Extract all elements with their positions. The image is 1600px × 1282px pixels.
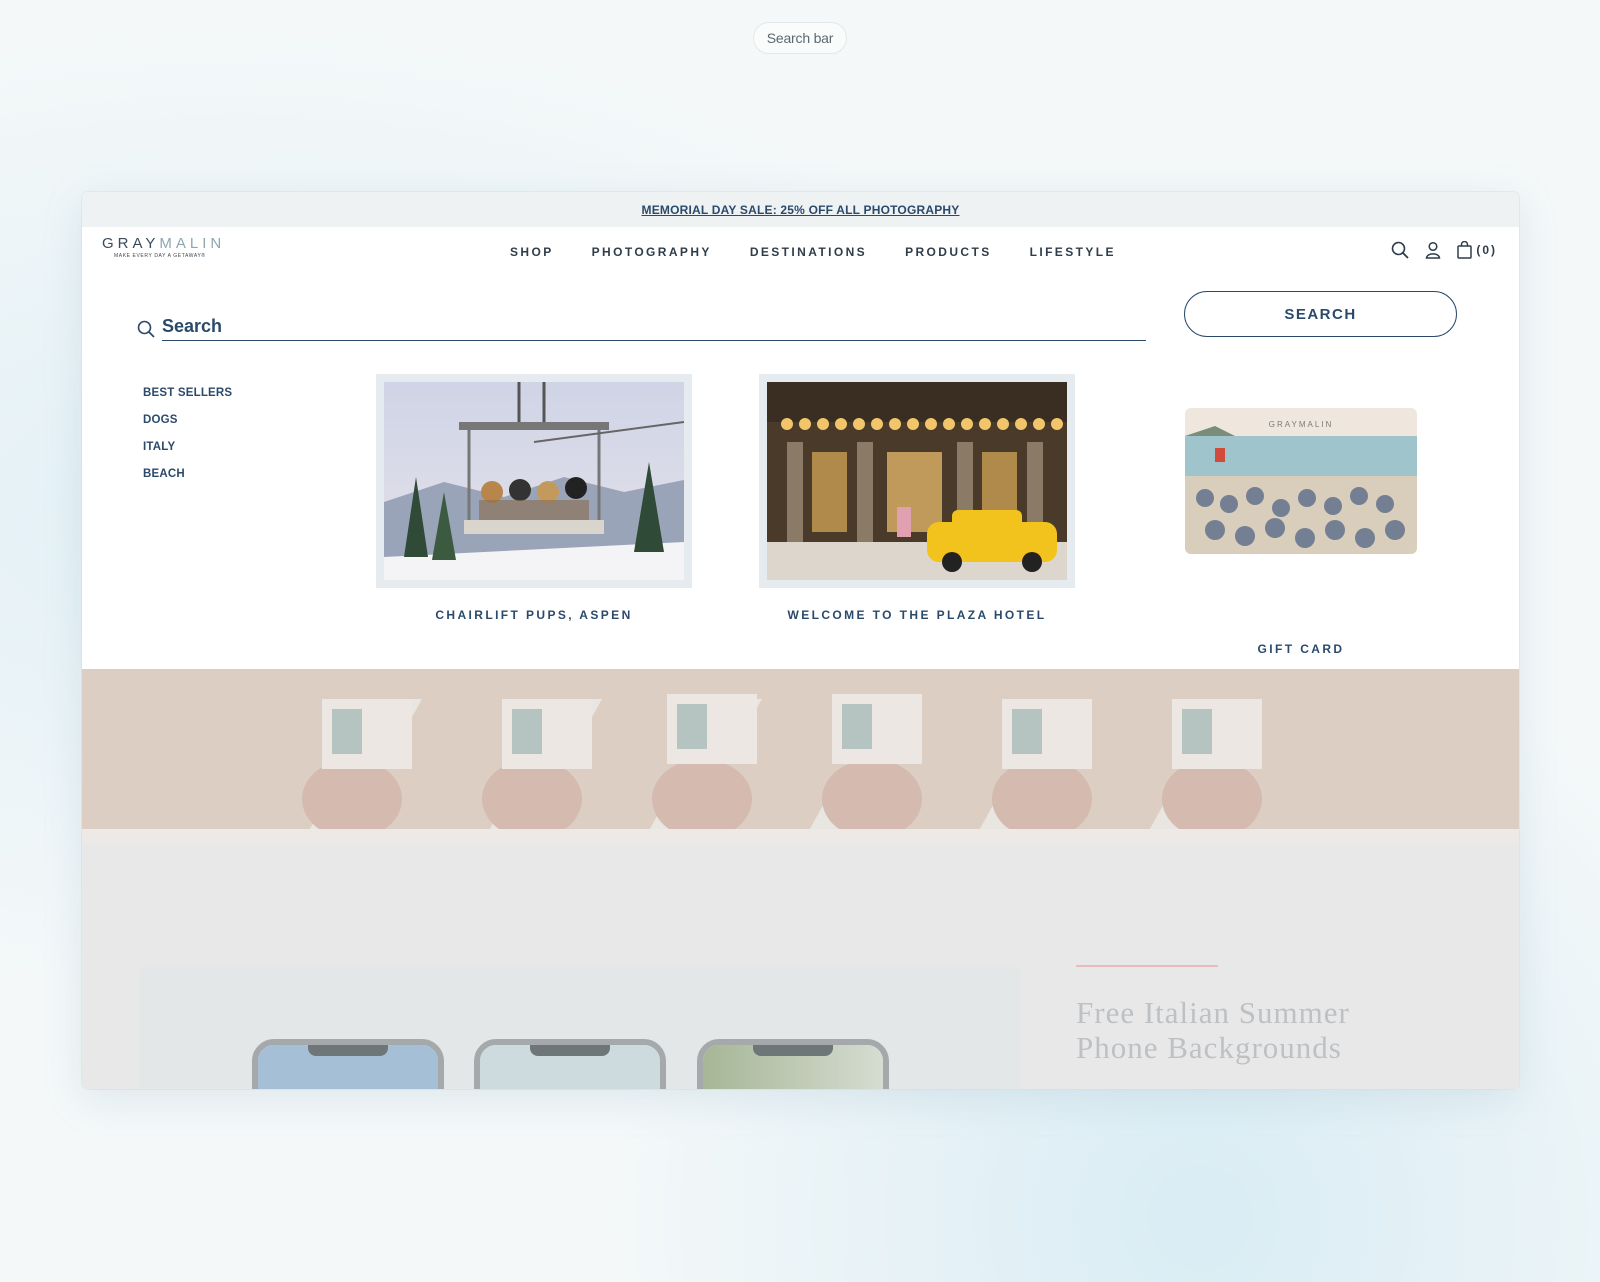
site-header: GRAYMALIN MAKE EVERY DAY A GETAWAY® SHOP… xyxy=(82,227,1519,279)
plaza-hotel-photo xyxy=(767,382,1067,580)
promo-section: Free Italian Summer Phone Backgrounds xyxy=(82,843,1519,1089)
suggestion-italy[interactable]: ITALY xyxy=(143,441,232,453)
header-icons: (0) xyxy=(1391,241,1497,259)
promo-title[interactable]: Free Italian Summer Phone Backgrounds xyxy=(1076,995,1350,1065)
product-card-gift[interactable]: GRAYMALIN GIFT CARD xyxy=(1143,374,1459,656)
nav-lifestyle[interactable]: LIFESTYLE xyxy=(1030,245,1116,259)
product-title[interactable]: CHAIRLIFT PUPS, ASPEN xyxy=(376,608,692,622)
nav-products[interactable]: PRODUCTS xyxy=(905,245,992,259)
search-bar: SEARCH xyxy=(82,279,1519,369)
suggestion-beach[interactable]: BEACH xyxy=(143,468,232,480)
logo-gray: GRAY xyxy=(102,235,160,252)
phone-mockups-panel xyxy=(140,967,1020,1089)
product-card-plaza[interactable]: WELCOME TO THE PLAZA HOTEL xyxy=(759,374,1075,622)
logo-tagline: MAKE EVERY DAY A GETAWAY® xyxy=(114,253,206,259)
cart-button[interactable]: (0) xyxy=(1457,241,1497,259)
product-title[interactable]: WELCOME TO THE PLAZA HOTEL xyxy=(759,608,1075,622)
search-button[interactable]: SEARCH xyxy=(1184,291,1457,337)
gift-card-frame: GRAYMALIN xyxy=(1143,408,1459,622)
suggestion-dogs[interactable]: DOGS xyxy=(143,414,232,426)
hero-banner xyxy=(82,669,1519,843)
promo-title-line1: Free Italian Summer xyxy=(1076,995,1350,1030)
phone-mockup xyxy=(252,1039,444,1089)
product-image-frame xyxy=(376,374,692,588)
gift-card-image: GRAYMALIN xyxy=(1185,408,1417,554)
screen-label-pill: Search bar xyxy=(753,22,847,54)
promo-accent-line xyxy=(1076,965,1218,967)
phone-mockup xyxy=(697,1039,889,1089)
announcement-link[interactable]: MEMORIAL DAY SALE: 25% OFF ALL PHOTOGRAP… xyxy=(642,203,960,217)
browser-window: MEMORIAL DAY SALE: 25% OFF ALL PHOTOGRAP… xyxy=(82,192,1519,1089)
main-nav: SHOP PHOTOGRAPHY DESTINATIONS PRODUCTS L… xyxy=(510,245,1154,259)
account-icon[interactable] xyxy=(1425,241,1441,259)
search-field-icon xyxy=(137,320,155,343)
gift-card-brand: GRAYMALIN xyxy=(1269,420,1334,429)
search-icon[interactable] xyxy=(1391,241,1409,259)
bag-icon xyxy=(1457,241,1473,259)
promo-title-line2: Phone Backgrounds xyxy=(1076,1030,1342,1065)
cart-count: (0) xyxy=(1476,243,1497,257)
product-card-chairlift[interactable]: CHAIRLIFT PUPS, ASPEN xyxy=(376,374,692,622)
search-input[interactable] xyxy=(162,313,1146,341)
suggestion-best-sellers[interactable]: BEST SELLERS xyxy=(143,387,232,399)
product-image-frame xyxy=(759,374,1075,588)
chairlift-photo xyxy=(384,382,685,580)
logo[interactable]: GRAYMALIN MAKE EVERY DAY A GETAWAY® xyxy=(102,235,225,259)
product-title[interactable]: GIFT CARD xyxy=(1143,642,1459,656)
logo-malin: MALIN xyxy=(159,235,226,252)
page-content-behind: Free Italian Summer Phone Backgrounds xyxy=(82,669,1519,1089)
announcement-bar: MEMORIAL DAY SALE: 25% OFF ALL PHOTOGRAP… xyxy=(82,192,1519,227)
nav-destinations[interactable]: DESTINATIONS xyxy=(750,245,867,259)
phone-mockup xyxy=(474,1039,666,1089)
nav-photography[interactable]: PHOTOGRAPHY xyxy=(592,245,712,259)
search-suggestions: BEST SELLERS DOGS ITALY BEACH xyxy=(143,387,232,495)
nav-shop[interactable]: SHOP xyxy=(510,245,554,259)
